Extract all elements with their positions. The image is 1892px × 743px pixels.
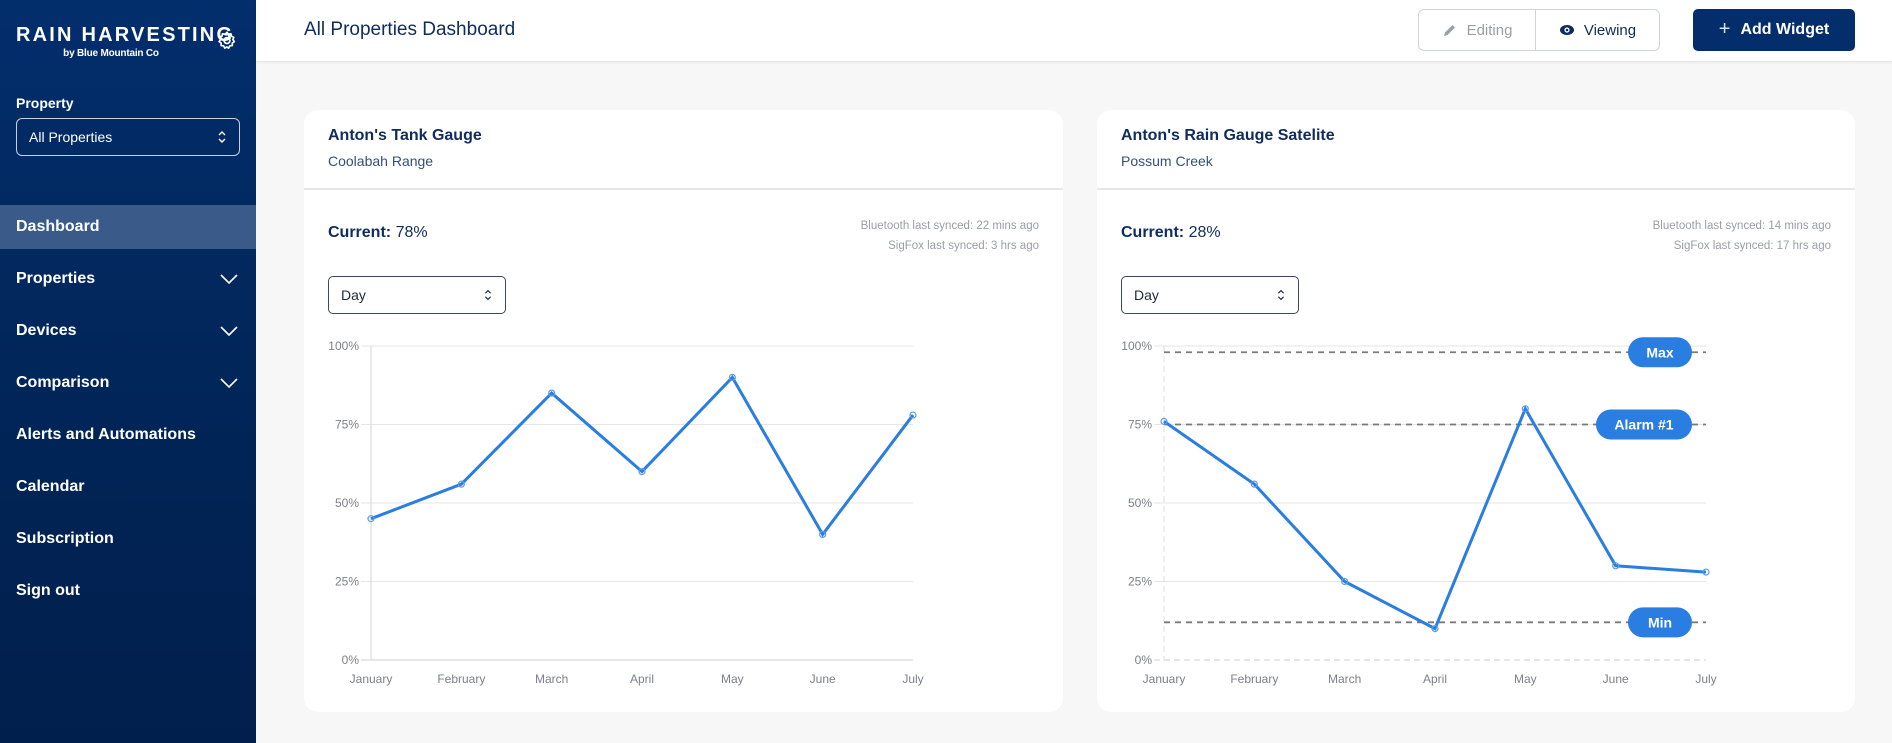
current-reading: Current: 78% [328,224,428,242]
viewing-toggle-button[interactable]: Viewing [1536,10,1659,50]
widget-title: Anton's Tank Gauge [328,127,482,144]
time-range-value: Day [1134,287,1159,303]
widget-subtitle: Possum Creek [1121,153,1213,169]
sigfox-sync-text: SigFox last synced: 3 hrs ago [888,240,1039,252]
threshold-label: Min [1648,614,1672,630]
y-tick-label: 0% [1135,653,1153,667]
editing-label: Editing [1466,21,1513,39]
property-label: Property [16,95,74,111]
time-range-select[interactable]: Day [1121,276,1299,314]
chevron-down-icon[interactable] [220,378,238,388]
y-tick-label: 25% [1128,575,1152,589]
top-header: All Properties Dashboard Editing Viewing… [256,0,1892,62]
threshold-label: Alarm #1 [1614,417,1673,433]
property-select[interactable]: All Properties [16,118,240,156]
gear-icon[interactable] [216,30,238,52]
plus-icon: + [1718,17,1731,40]
eye-icon [1559,25,1574,35]
sidebar: RAIN HARVESTING by Blue Mountain Co Prop… [0,0,256,743]
add-widget-button[interactable]: + Add Widget [1693,9,1855,51]
sidebar-item-label: Comparison [16,374,110,391]
sidebar-item-label: Devices [16,322,77,339]
current-label: Current: [1121,224,1185,241]
current-reading: Current: 28% [1121,224,1221,242]
current-value: 28% [1188,224,1221,241]
sidebar-item-label: Calendar [16,478,85,495]
x-tick-label: January [1143,672,1186,686]
sidebar-item-dashboard[interactable]: Dashboard [0,205,256,249]
sidebar-item-label: Subscription [16,530,114,547]
widget-card-tank-gauge: Anton's Tank Gauge Coolabah Range Curren… [304,110,1063,712]
x-tick-label: March [535,672,568,686]
line-chart-rain-gauge: 0% 25% 50% 75% 100% January February March April… [1121,337,1717,686]
updown-chevron-icon [1277,289,1285,301]
time-range-select[interactable]: Day [328,276,506,314]
x-tick-label: January [350,672,393,686]
sidebar-item-devices[interactable]: Devices [0,309,256,353]
x-tick-label: February [1230,672,1278,686]
y-tick-label: 50% [335,496,359,510]
pencil-icon [1443,25,1455,36]
series-line [370,374,915,538]
y-tick-label: 100% [328,339,359,353]
y-tick-label: 75% [335,418,359,432]
y-tick-label: 100% [1121,339,1152,353]
x-tick-label: March [1328,672,1361,686]
x-tick-label: June [1603,672,1629,686]
x-tick-label: July [902,672,923,686]
x-tick-label: July [1695,672,1716,686]
threshold-label: Max [1646,344,1673,360]
chevron-down-icon[interactable] [220,326,238,336]
sidebar-item-alerts-and-automations[interactable]: Alerts and Automations [0,413,256,457]
sidebar-item-calendar[interactable]: Calendar [0,465,256,509]
brand-logo: RAIN HARVESTING by Blue Mountain Co [16,24,235,59]
y-tick-label: 25% [335,575,359,589]
sidebar-item-sign-out[interactable]: Sign out [0,569,256,613]
updown-chevron-icon [484,289,492,301]
brand-subtitle: by Blue Mountain Co [63,48,159,59]
current-value: 78% [395,224,428,241]
sidebar-nav: Dashboard Properties Devices Comparison Aler… [0,205,256,621]
sidebar-item-label: Dashboard [16,218,100,235]
line-chart-tank-gauge: 0% 25% 50% 75% 100% January February March April… [328,339,923,686]
x-tick-label: June [810,672,836,686]
bluetooth-sync-text: Bluetooth last synced: 22 mins ago [860,220,1039,232]
x-tick-label: May [1514,672,1537,686]
sidebar-item-label: Sign out [16,582,80,599]
sidebar-item-label: Properties [16,270,96,287]
widget-card-rain-gauge: Anton's Rain Gauge Satelite Possum Creek… [1097,110,1855,712]
y-tick-label: 75% [1128,418,1152,432]
editing-toggle-button[interactable]: Editing [1419,10,1536,50]
x-tick-label: April [630,672,654,686]
y-tick-label: 0% [342,653,360,667]
series-line [1163,405,1707,631]
sidebar-item-label: Alerts and Automations [16,426,196,443]
bluetooth-sync-text: Bluetooth last synced: 14 mins ago [1652,220,1831,232]
property-select-value: All Properties [29,129,113,145]
add-widget-label: Add Widget [1740,21,1830,38]
x-tick-label: April [1423,672,1447,686]
y-tick-label: 50% [1128,496,1152,510]
current-label: Current: [328,224,392,241]
widget-header: Anton's Tank Gauge Coolabah Range [304,110,1063,190]
widget-subtitle: Coolabah Range [328,153,434,169]
viewing-label: Viewing [1583,21,1637,39]
sigfox-sync-text: SigFox last synced: 17 hrs ago [1673,240,1831,252]
updown-chevron-icon [218,131,226,143]
x-tick-label: May [721,672,744,686]
sidebar-item-comparison[interactable]: Comparison [0,361,256,405]
page-title: All Properties Dashboard [304,19,516,40]
widget-header: Anton's Rain Gauge Satelite Possum Creek [1097,110,1855,190]
x-tick-label: February [437,672,485,686]
time-range-value: Day [341,287,366,303]
chevron-down-icon[interactable] [220,274,238,284]
sync-status: Bluetooth last synced: 22 mins ago SigFo… [861,216,1039,256]
mode-toggle: Editing Viewing [1418,9,1660,51]
sidebar-item-subscription[interactable]: Subscription [0,517,256,561]
sync-status: Bluetooth last synced: 14 mins ago SigFo… [1653,216,1831,256]
sidebar-item-properties[interactable]: Properties [0,257,256,301]
widget-title: Anton's Rain Gauge Satelite [1121,127,1335,144]
brand-title: RAIN HARVESTING [16,24,235,46]
